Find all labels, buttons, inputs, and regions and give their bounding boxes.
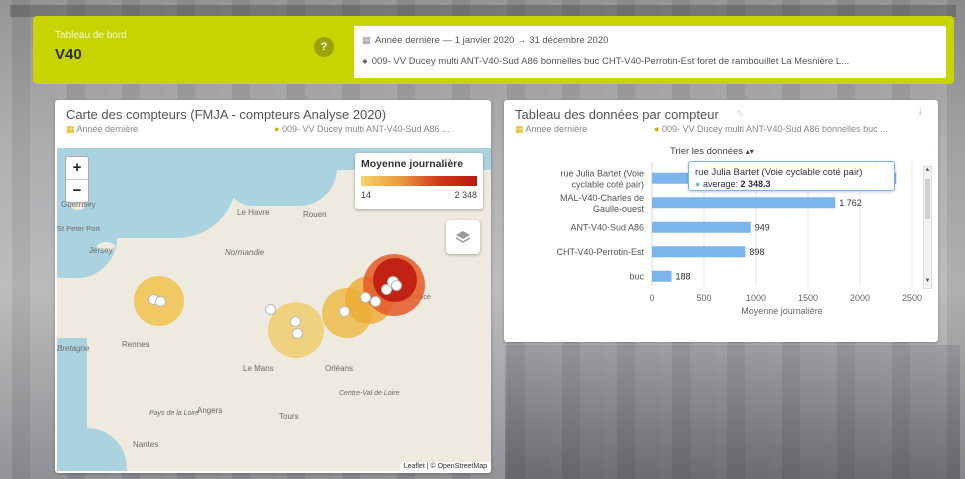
- bar-value-label: 1 762: [839, 198, 862, 208]
- header-label: Tableau de bord: [55, 30, 127, 41]
- bar: [652, 197, 836, 209]
- calendar-icon: ▦: [66, 124, 75, 134]
- legend-title: Moyenne journalière: [361, 158, 464, 170]
- x-tick-label: 2000: [850, 293, 870, 303]
- map-place-label: Rennes: [122, 340, 150, 349]
- location-pin-icon: ●: [274, 124, 280, 134]
- scroll-down-icon[interactable]: ▼: [924, 278, 931, 288]
- map-place-label: St Peter Port: [57, 224, 100, 233]
- x-tick-label: 1500: [798, 293, 818, 303]
- zoom-control: + −: [65, 156, 89, 203]
- counter-marker[interactable]: [290, 316, 301, 327]
- map-place-label: Bretagne: [57, 344, 90, 353]
- layers-button[interactable]: [446, 220, 480, 254]
- counter-marker[interactable]: [265, 304, 276, 315]
- y-category-label: Gaulle-ouest: [593, 204, 645, 214]
- bar-value-label: 188: [676, 271, 691, 281]
- map-panel-title: Carte des compteurs (FMJA - compteurs An…: [66, 107, 387, 122]
- tooltip-value-line: ● average: 2 348.3: [695, 179, 771, 189]
- counter-marker[interactable]: [292, 328, 303, 339]
- chart-scrollbar[interactable]: ▲ ▼: [923, 166, 932, 289]
- map-legend: Moyenne journalière 14 2 348: [355, 153, 483, 209]
- location-pin-icon: ●: [362, 56, 368, 67]
- filter-summary[interactable]: ▦ Année dernière — 1 janvier 2020 → 31 dé…: [354, 26, 946, 78]
- layers-icon: [455, 231, 471, 243]
- site-text: 009- VV Ducey multi ANT-V40-Sud A86 bonn…: [371, 56, 850, 67]
- map-place-label: Normandie: [225, 248, 265, 257]
- bar-chart: 0 500 1000 1500 2000 2500 rue Julia Bartet (Vo…: [556, 162, 922, 316]
- y-category-label: buc: [629, 271, 644, 281]
- x-tick-label: 2500: [902, 293, 922, 303]
- bar-value-label: 949: [755, 222, 770, 232]
- help-button[interactable]: ?: [314, 37, 334, 57]
- bar: [652, 270, 672, 282]
- zoom-in-button[interactable]: +: [66, 157, 88, 180]
- map-place-label: Pays de la Loire: [149, 410, 200, 417]
- map-panel: Carte des compteurs (FMJA - compteurs An…: [55, 100, 491, 473]
- counter-marker[interactable]: [155, 296, 166, 307]
- x-tick-label: 1000: [746, 293, 766, 303]
- map-place-label: Orléans: [325, 364, 354, 373]
- y-category-label: ANT-V40-Sud A86: [570, 222, 644, 232]
- legend-gradient: [361, 176, 477, 186]
- counter-marker[interactable]: [370, 296, 381, 307]
- counter-marker[interactable]: [391, 280, 402, 291]
- period-filter[interactable]: ▦ Année dernière — 1 janvier 2020 → 31 dé…: [362, 35, 608, 46]
- bar: [652, 246, 746, 258]
- dashboard-title: V40: [55, 46, 82, 63]
- tooltip-value: 2 348.3: [740, 179, 771, 189]
- map-place-label: Jersey: [89, 246, 113, 255]
- x-tick-label: 500: [696, 293, 711, 303]
- y-category-label: cyclable coté pair): [571, 179, 644, 189]
- period-text: Année dernière — 1 janvier 2020 → 31 déc…: [374, 35, 609, 46]
- scroll-up-icon[interactable]: ▲: [924, 167, 931, 177]
- counters-map[interactable]: Guernsey St Peter Port Jersey Le Havre R…: [57, 148, 491, 471]
- counter-marker[interactable]: [339, 306, 350, 317]
- zoom-out-button[interactable]: −: [66, 180, 88, 203]
- map-place-label: Nantes: [133, 440, 159, 449]
- calendar-icon: ▦: [362, 35, 371, 46]
- tooltip-title: rue Julia Bartet (Voie cyclable coté pai…: [695, 167, 863, 178]
- series-dot-icon: ●: [695, 179, 701, 189]
- bar: [652, 221, 751, 233]
- chart-panel: Tableau des données par compteur ✎ ⤓ ▦ A…: [504, 100, 938, 342]
- x-axis-label: Moyenne journalière: [741, 306, 823, 316]
- legend-max: 2 348: [454, 190, 477, 200]
- scroll-thumb[interactable]: [925, 179, 930, 219]
- map-place-label: Le Mans: [243, 364, 274, 373]
- chart-tooltip: rue Julia Bartet (Voie cyclable coté pai…: [688, 161, 895, 191]
- bar-value-label: 898: [749, 247, 764, 257]
- map-place-label: Angers: [197, 406, 223, 415]
- tooltip-series: average:: [702, 179, 738, 189]
- y-category-label: rue Julia Bartet (Voie: [560, 168, 644, 178]
- legend-min: 14: [361, 190, 372, 200]
- map-place-label: Centre-Val de Loire: [339, 390, 400, 397]
- map-place-label: Tours: [279, 412, 299, 421]
- site-filter[interactable]: ● 009- VV Ducey multi ANT-V40-Sud A86 bon…: [362, 56, 849, 67]
- map-site: ● 009- VV Ducey multi ANT-V40-Sud A86 ..…: [274, 124, 450, 134]
- x-tick-label: 0: [649, 293, 654, 303]
- y-category-label: MAL-V40-Charles de: [560, 193, 644, 203]
- map-period: ▦ Année dernière: [66, 124, 139, 134]
- background-crowd: [505, 345, 960, 479]
- y-category-label: CHT-V40-Perrotin-Est: [556, 247, 644, 257]
- map-place-label: Le Havre: [237, 208, 270, 217]
- map-attribution[interactable]: Leaflet | © OpenStreetMap: [399, 462, 491, 471]
- map-place-label: Rouen: [303, 210, 327, 219]
- dashboard-header: Tableau de bord V40 ? ▦ Année dernière — …: [33, 16, 954, 84]
